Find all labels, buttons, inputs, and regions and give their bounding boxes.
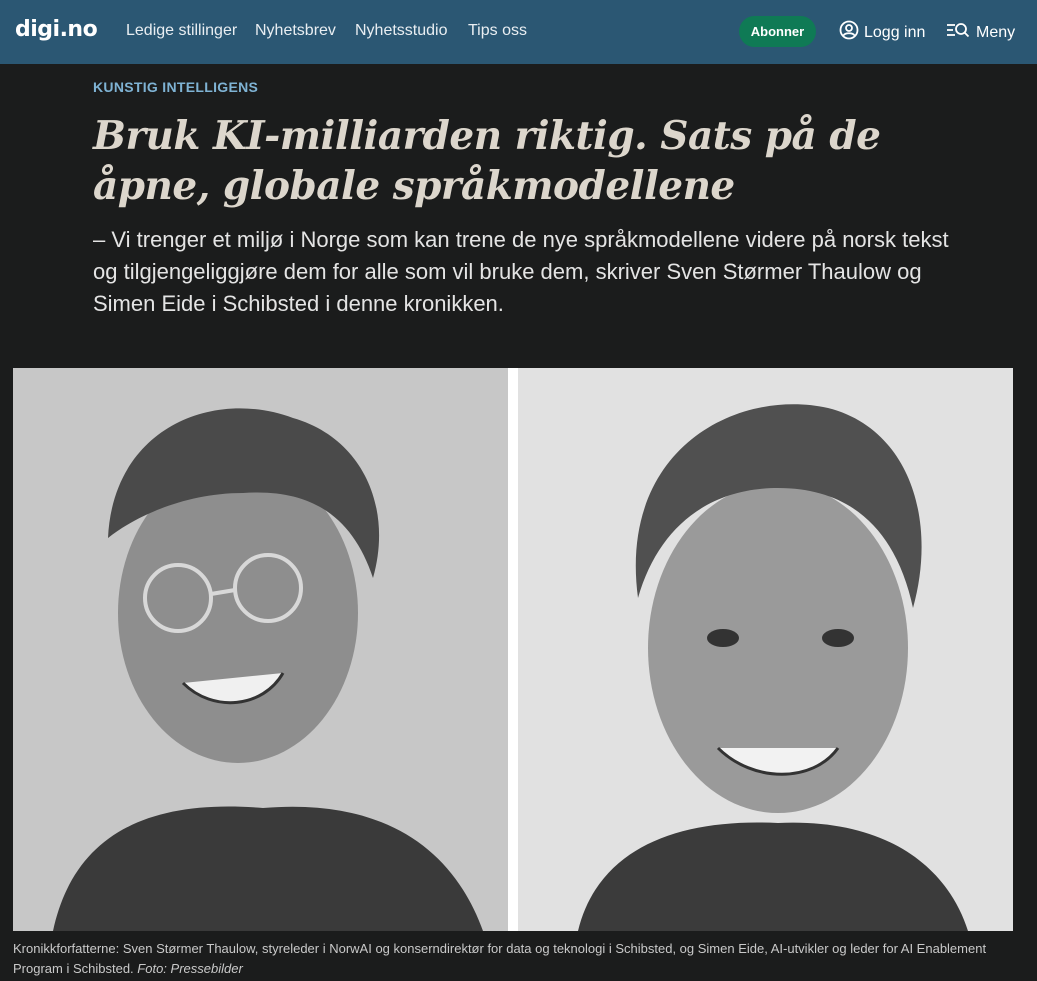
user-circle-icon — [839, 20, 859, 45]
nav-nyhetsbrev[interactable]: Nyhetsbrev — [255, 22, 336, 40]
nav-ledige-stillinger[interactable]: Ledige stillinger — [126, 22, 237, 40]
login-label: Logg inn — [864, 23, 926, 41]
menu-label: Meny — [976, 23, 1016, 41]
menu-search-icon — [946, 20, 970, 45]
menu-button[interactable]: Meny — [946, 20, 1015, 45]
article-lead: – Vi trenger et miljø i Norge som kan tr… — [93, 227, 949, 316]
article-headline: Bruk KI-milliarden riktig. Sats på de åp… — [93, 113, 881, 209]
site-logo[interactable]: digi.no — [15, 17, 98, 42]
portrait-photo-right — [518, 368, 1013, 931]
photo-credit: Foto: Pressebilder — [137, 961, 243, 976]
photo-divider — [508, 368, 518, 931]
subscribe-button[interactable]: Abonner — [739, 16, 816, 47]
article-category[interactable]: KUNSTIG INTELLIGENS — [93, 79, 258, 95]
portrait-photo-left — [13, 368, 508, 931]
top-navigation-bar: digi.no Ledige stillinger Nyhetsbrev Nyh… — [0, 0, 1037, 64]
nav-tips-oss[interactable]: Tips oss — [468, 22, 527, 40]
nav-nyhetsstudio[interactable]: Nyhetsstudio — [355, 22, 448, 40]
photo-caption: Kronikkforfatterne: Sven Størmer Thaulow… — [13, 939, 1023, 979]
login-button[interactable]: Logg inn — [839, 20, 925, 45]
